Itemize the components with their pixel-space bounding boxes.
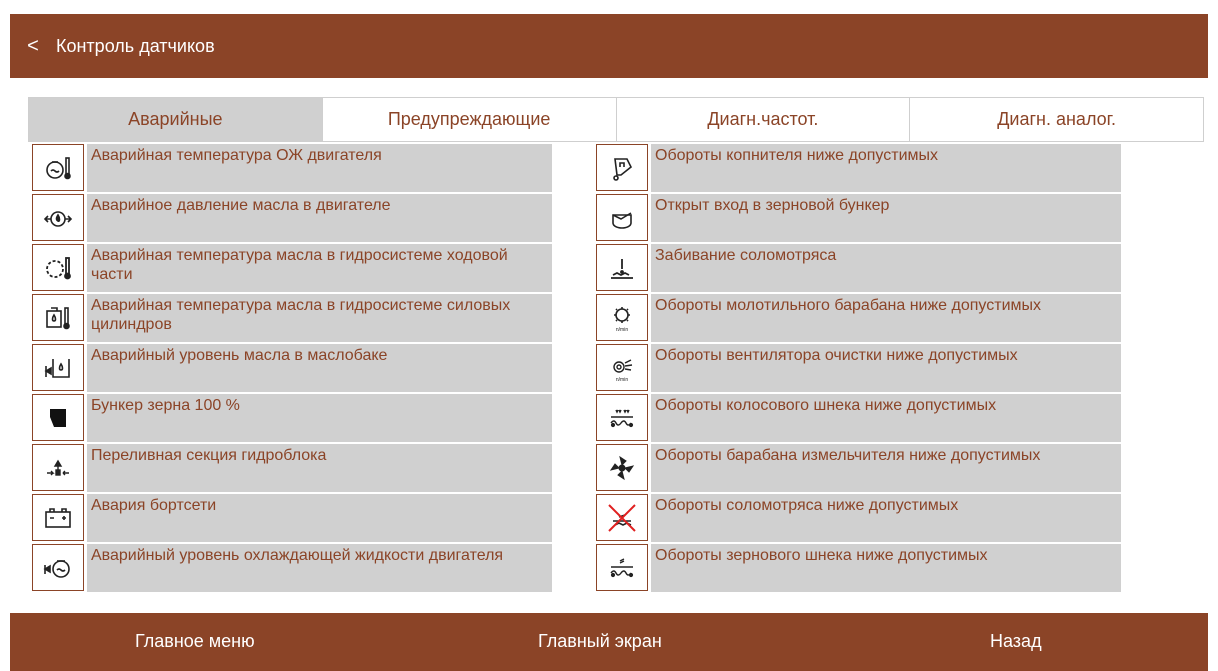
list-item: n/min Обороты вентилятора очистки ниже д… <box>596 344 1158 394</box>
chassis-hydraulic-oil-temp-icon <box>32 244 84 291</box>
list-item: Обороты копнителя ниже допустимых <box>596 144 1158 194</box>
alarm-text: Аварийное давление масла в двигателе <box>87 194 552 242</box>
list-item: Аварийное давление масла в двигателе <box>32 194 594 244</box>
threshing-drum-speed-icon: n/min <box>596 294 648 341</box>
straw-walker-speed-disabled-icon <box>596 494 648 541</box>
alarm-text: Аварийная температура масла в гидросисте… <box>87 244 552 292</box>
grain-auger-speed-icon <box>596 544 648 591</box>
list-item: Забивание соломотряса <box>596 244 1158 294</box>
svg-text:n/min: n/min <box>616 327 628 333</box>
cleaning-fan-speed-icon: n/min <box>596 344 648 391</box>
tab-warning[interactable]: Предупреждающие <box>322 98 617 141</box>
list-item: Обороты зернового шнека ниже допустимых <box>596 544 1158 594</box>
engine-oil-pressure-icon <box>32 194 84 241</box>
alarm-text: Переливная секция гидроблока <box>87 444 552 492</box>
coolant-level-icon <box>32 544 84 591</box>
right-alarm-list: Обороты копнителя ниже допустимых Открыт… <box>596 144 1158 594</box>
main-menu-button[interactable]: Главное меню <box>135 631 255 652</box>
list-item: Обороты соломотряса ниже допустимых <box>596 494 1158 544</box>
overflow-section-icon <box>32 444 84 491</box>
page-title: Контроль датчиков <box>56 35 215 56</box>
list-item: Обороты барабана измельчителя ниже допус… <box>596 444 1158 494</box>
list-item: Аварийный уровень охлаждающей жидкости д… <box>32 544 594 594</box>
alarm-text: Обороты вентилятора очистки ниже допусти… <box>651 344 1121 392</box>
tab-diag-analog[interactable]: Диагн. аналог. <box>910 98 1203 141</box>
list-item: Авария бортсети <box>32 494 594 544</box>
alarm-text: Аварийная температура масла в гидросисте… <box>87 294 552 342</box>
list-item: Аварийная температура ОЖ двигателя <box>32 144 594 194</box>
alarm-text: Обороты копнителя ниже допустимых <box>651 144 1121 192</box>
grain-bunker-entry-icon <box>596 194 648 241</box>
list-item: Переливная секция гидроблока <box>32 444 594 494</box>
copier-speed-icon <box>596 144 648 191</box>
chopper-drum-speed-icon <box>596 444 648 491</box>
alarm-text: Авария бортсети <box>87 494 552 542</box>
grain-bunker-full-icon <box>32 394 84 441</box>
tab-diag-frequency[interactable]: Диагн.частот. <box>616 98 911 141</box>
alarm-text: Обороты колосового шнека ниже допустимых <box>651 394 1121 442</box>
alarm-text: Аварийный уровень масла в маслобаке <box>87 344 552 392</box>
engine-coolant-temp-icon <box>32 144 84 191</box>
tab-emergency[interactable]: Аварийные <box>29 98 323 141</box>
alarm-text: Открыт вход в зерновой бункер <box>651 194 1121 242</box>
title-bar: < Контроль датчиков <box>10 14 1208 78</box>
list-item: Бункер зерна 100 % <box>32 394 594 444</box>
list-item: Обороты колосового шнека ниже допустимых <box>596 394 1158 444</box>
back-arrow-button[interactable]: < <box>10 14 56 78</box>
power-cylinder-oil-temp-icon <box>32 294 84 341</box>
alarm-text: Аварийный уровень охлаждающей жидкости д… <box>87 544 552 592</box>
list-item: Открыт вход в зерновой бункер <box>596 194 1158 244</box>
list-item: Аварийный уровень масла в маслобаке <box>32 344 594 394</box>
left-alarm-list: Аварийная температура ОЖ двигателя Авари… <box>32 144 594 594</box>
straw-walker-clog-icon <box>596 244 648 291</box>
svg-text:n/min: n/min <box>616 377 628 383</box>
alarm-text: Аварийная температура ОЖ двигателя <box>87 144 552 192</box>
list-item: Аварийная температура масла в гидросисте… <box>32 244 594 294</box>
battery-icon <box>32 494 84 541</box>
tab-bar: Аварийные Предупреждающие Диагн.частот. … <box>28 97 1204 142</box>
alarm-text: Обороты молотильного барабана ниже допус… <box>651 294 1121 342</box>
back-button[interactable]: Назад <box>990 631 1042 652</box>
list-item: n/min Обороты молотильного барабана ниже… <box>596 294 1158 344</box>
tailings-auger-speed-icon <box>596 394 648 441</box>
alarm-text: Обороты барабана измельчителя ниже допус… <box>651 444 1121 492</box>
alarm-text: Обороты зернового шнека ниже допустимых <box>651 544 1121 592</box>
alarm-text: Обороты соломотряса ниже допустимых <box>651 494 1121 542</box>
main-screen-button[interactable]: Главный экран <box>538 631 662 652</box>
footer-bar: Главное меню Главный экран Назад <box>10 613 1208 671</box>
alarm-text: Бункер зерна 100 % <box>87 394 552 442</box>
list-item: Аварийная температура масла в гидросисте… <box>32 294 594 344</box>
alarm-text: Забивание соломотряса <box>651 244 1121 292</box>
oil-tank-level-icon <box>32 344 84 391</box>
